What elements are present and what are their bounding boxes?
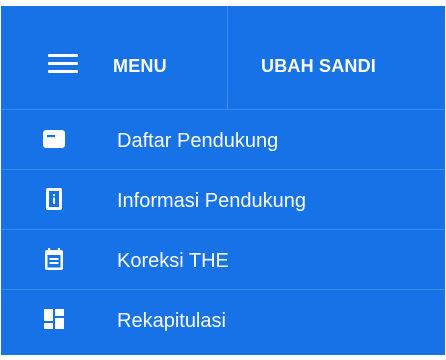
menu-toggle-button[interactable]: MENU [1,6,227,109]
menu-item-label: Daftar Pendukung [117,130,279,152]
menu-item-koreksi-the[interactable]: Koreksi THE [1,230,445,290]
calendar-edit-icon [42,247,66,271]
change-password-label: UBAH SANDI [261,56,377,76]
dashboard-grid-icon [42,307,66,331]
hamburger-icon [48,54,78,74]
menu-item-daftar-pendukung[interactable]: Daftar Pendukung [1,110,445,170]
navigation-menu: MENU UBAH SANDI Daftar Pendukung Informa… [1,6,445,355]
menu-item-label: Koreksi THE [117,250,229,272]
change-password-button[interactable]: UBAH SANDI [228,6,445,109]
menu-item-informasi-pendukung[interactable]: Informasi Pendukung [1,170,445,230]
info-device-icon [42,187,66,211]
menu-item-label: Rekapitulasi [117,310,226,332]
menu-item-rekapitulasi[interactable]: Rekapitulasi [1,290,445,355]
menu-item-label: Informasi Pendukung [117,190,307,212]
menu-header: MENU UBAH SANDI [1,6,445,110]
card-list-icon [42,127,66,151]
menu-label: MENU [113,56,167,76]
